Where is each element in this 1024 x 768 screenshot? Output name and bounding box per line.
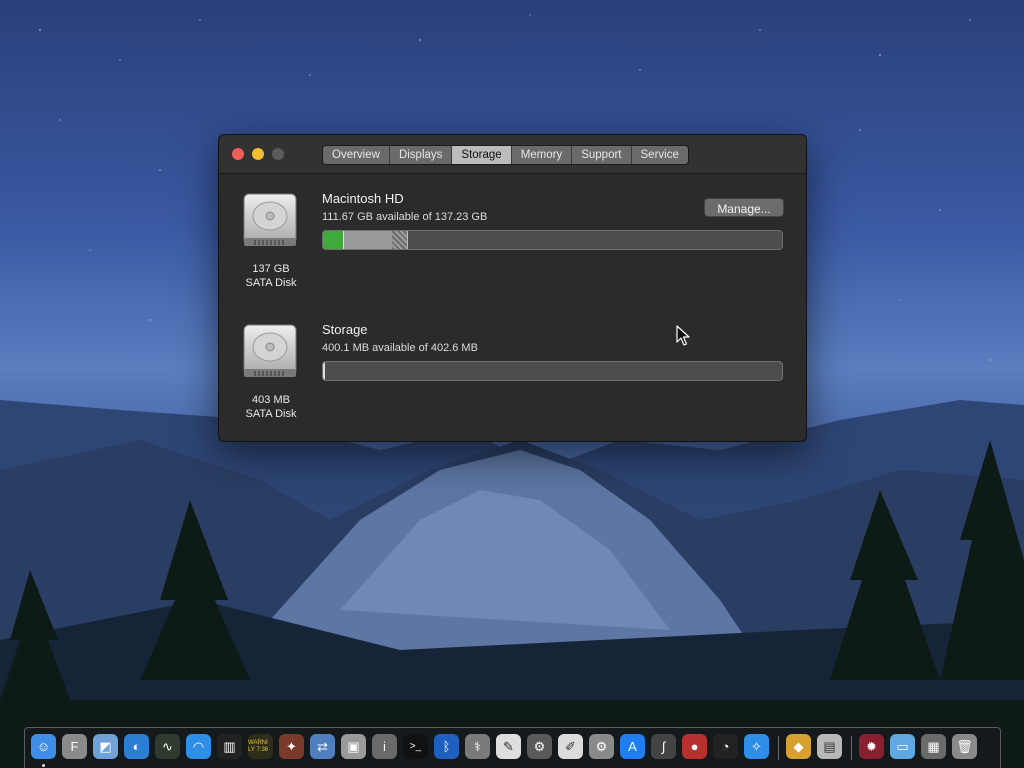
tab-service[interactable]: Service: [631, 146, 688, 164]
screenshot-icon[interactable]: ▣: [341, 734, 366, 759]
archive-utility-icon[interactable]: ▤: [817, 734, 842, 759]
disk-storage: 403 MB SATA Disk Storage 400.1 MB availa…: [219, 316, 806, 441]
tab-overview[interactable]: Overview: [323, 146, 390, 164]
usage-segment-other: [343, 231, 392, 249]
bluetooth-icon[interactable]: ᛒ: [434, 734, 459, 759]
disk-macintosh-hd: 137 GB SATA Disk Macintosh HD 111.67 GB …: [219, 185, 806, 315]
close-button[interactable]: [232, 148, 244, 160]
running-indicator: [42, 764, 45, 767]
disk-capacity: 137 GB: [252, 263, 290, 275]
photo-booth-icon[interactable]: ●: [682, 734, 707, 759]
about-this-mac-window: Overview Displays Storage Memory Support…: [218, 134, 807, 442]
terminal-glyph: >_: [409, 741, 422, 752]
tab-displays[interactable]: Displays: [389, 146, 453, 164]
piano-icon[interactable]: ▥: [217, 734, 242, 759]
title-bar[interactable]: Overview Displays Storage Memory Support…: [219, 135, 806, 174]
preview-icon[interactable]: ◩: [93, 734, 118, 759]
usage-segment-used: [323, 362, 325, 380]
wifi-icon[interactable]: ◠: [186, 734, 211, 759]
downloads-folder-icon[interactable]: ▭: [890, 734, 915, 759]
console-icon[interactable]: WARNI LY 7:36: [248, 734, 273, 759]
hard-drive-icon: [243, 193, 297, 246]
tab-support[interactable]: Support: [572, 146, 632, 164]
dock-separator: [851, 736, 852, 760]
font-book-glyph: F: [70, 739, 79, 754]
disk-type: SATA Disk: [245, 277, 297, 289]
tab-storage[interactable]: Storage: [452, 146, 512, 164]
migration-assistant-icon[interactable]: ⇄: [310, 734, 335, 759]
tab-memory[interactable]: Memory: [511, 146, 573, 164]
storage-usage-bar: [322, 361, 783, 381]
dock: ☺ F ◩ ◐ ∿ ◠ ▥ WARNI LY 7:36 ✦ ⇄ ▣ i >_ ᛒ…: [24, 727, 1001, 768]
usage-segment-purgeable: [392, 231, 408, 249]
edge-browser-icon[interactable]: ◐: [124, 734, 149, 759]
disk-utility-icon[interactable]: ⚕: [465, 734, 490, 759]
font-book-icon[interactable]: F: [62, 734, 87, 759]
storage-usage-bar: [322, 230, 783, 250]
tab-bar: Overview Displays Storage Memory Support…: [322, 145, 689, 165]
photo-app-icon[interactable]: ✹: [859, 734, 884, 759]
documents-stack-icon[interactable]: ▦: [921, 734, 946, 759]
script-editor-icon[interactable]: ✐: [558, 734, 583, 759]
terminal-icon[interactable]: >_: [403, 734, 428, 759]
disk-type: SATA Disk: [245, 408, 297, 420]
trash-icon[interactable]: 🗑: [952, 734, 977, 759]
disk-available-text: 111.67 GB available of 137.23 GB: [322, 211, 488, 223]
disk-name: Storage: [322, 322, 368, 337]
disk-name: Macintosh HD: [322, 191, 404, 206]
grapher-icon[interactable]: ∫: [651, 734, 676, 759]
system-preferences-icon[interactable]: ⚙: [589, 734, 614, 759]
console-glyph: WARNI LY 7:36: [248, 739, 269, 753]
safari-icon[interactable]: ✧: [744, 734, 769, 759]
automator-icon[interactable]: ⚙: [527, 734, 552, 759]
disk-available-text: 400.1 MB available of 402.6 MB: [322, 342, 478, 354]
zoom-button[interactable]: [272, 148, 284, 160]
dashboard-icon[interactable]: ◔: [713, 734, 738, 759]
mouse-cursor-icon: [676, 325, 690, 346]
system-information-icon[interactable]: i: [372, 734, 397, 759]
disk-capacity: 403 MB: [252, 394, 290, 406]
activity-monitor-icon[interactable]: ∿: [155, 734, 180, 759]
minimize-button[interactable]: [252, 148, 264, 160]
manage-button[interactable]: Manage...: [704, 198, 784, 217]
app-store-icon[interactable]: A: [620, 734, 645, 759]
hard-drive-icon: [243, 324, 297, 377]
usage-segment-apps: [323, 231, 343, 249]
compass-icon[interactable]: ✦: [279, 734, 304, 759]
textedit-icon[interactable]: ✎: [496, 734, 521, 759]
dock-separator: [778, 736, 779, 760]
finder-icon[interactable]: ☺: [31, 734, 56, 759]
color-picker-icon[interactable]: ◆: [786, 734, 811, 759]
